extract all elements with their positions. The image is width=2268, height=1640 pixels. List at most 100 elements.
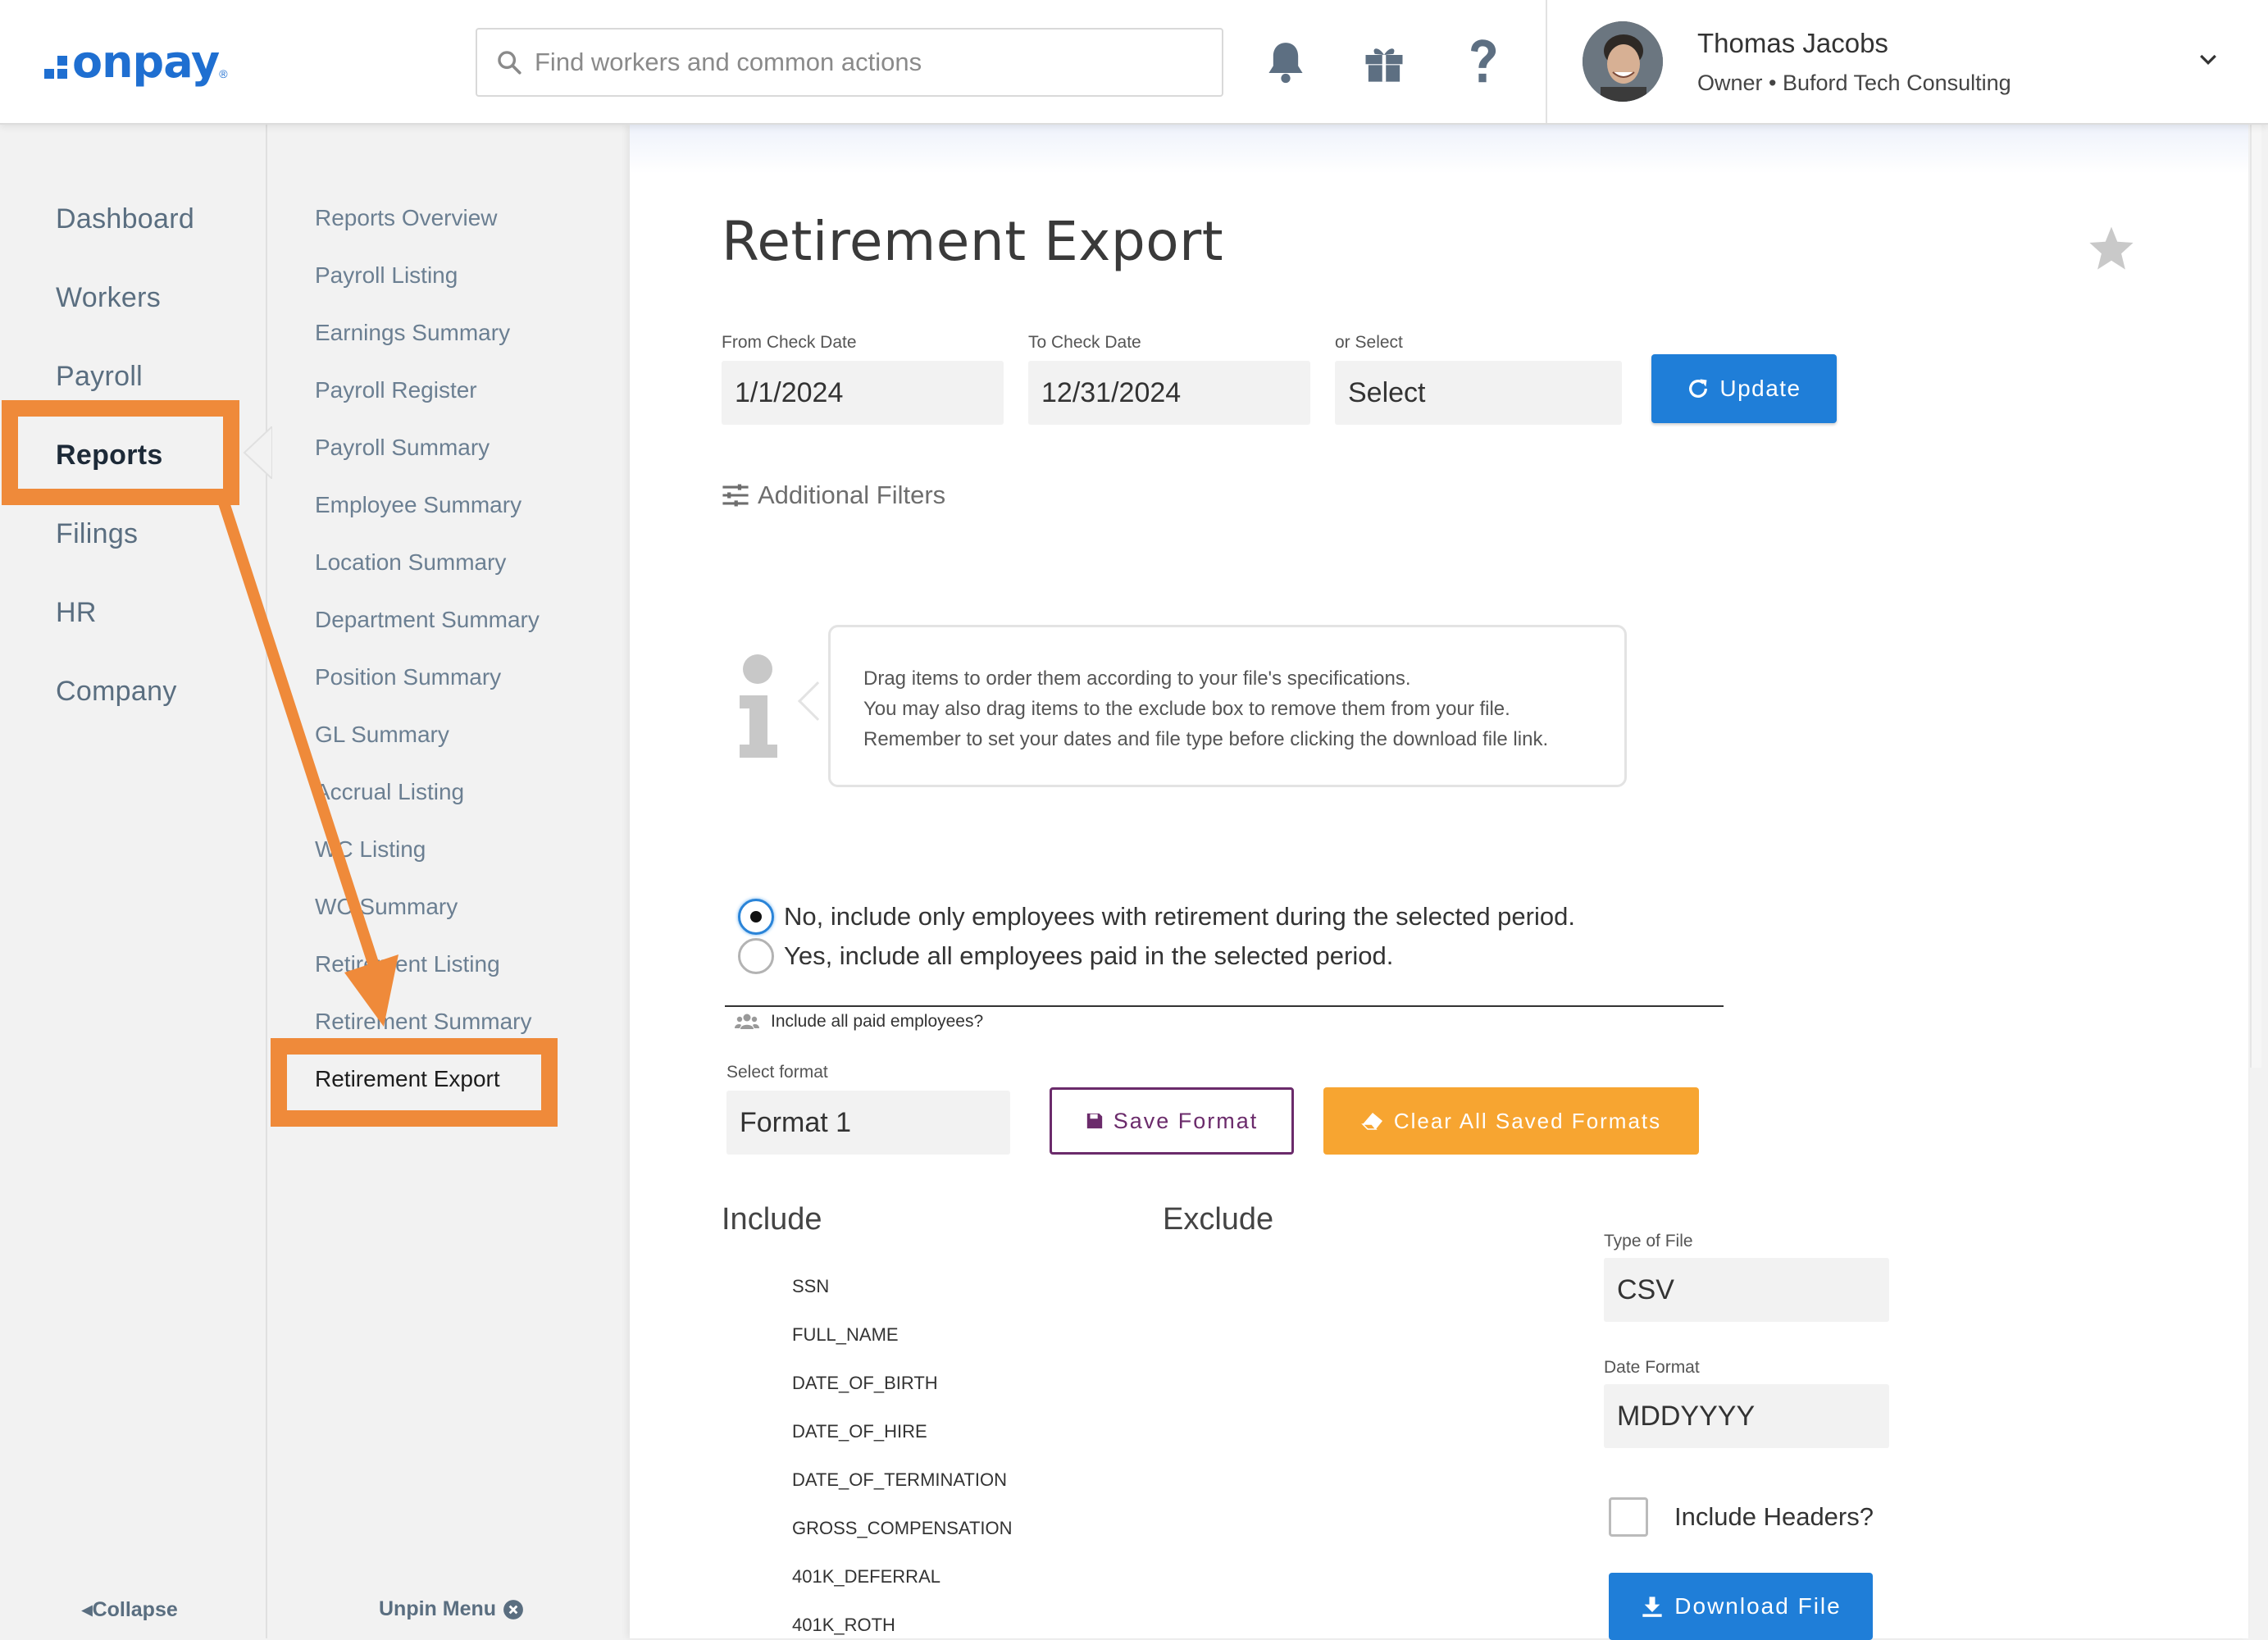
search-bar[interactable] (476, 28, 1223, 97)
submenu-item[interactable]: Earnings Summary (315, 320, 510, 346)
info-text-line: Remember to set your dates and file type… (863, 728, 1549, 750)
section-divider (725, 1005, 1724, 1007)
or-select-label: or Select (1335, 333, 1403, 352)
include-item[interactable]: 401K_ROTH (792, 1615, 895, 1636)
update-label: Update (1719, 376, 1801, 401)
top-bar: onpay ® Thomas Jacobs Owner • Buford Tec… (0, 0, 2268, 125)
nav-item-filings[interactable]: Filings (56, 518, 138, 550)
submenu-item[interactable]: Location Summary (315, 549, 506, 576)
save-format-button[interactable]: Save Format (1050, 1087, 1294, 1155)
nav-item-dashboard[interactable]: Dashboard (56, 203, 194, 235)
file-type-label: Type of File (1604, 1232, 1693, 1250)
submenu-item[interactable]: Payroll Summary (315, 435, 490, 461)
update-button[interactable]: Update (1651, 354, 1837, 423)
format-select[interactable]: Format 1 (726, 1091, 1010, 1155)
radio-button-checked[interactable] (738, 899, 774, 935)
logo-text: onpay (72, 35, 220, 88)
submenu-item[interactable]: WC Listing (315, 836, 426, 863)
download-icon (1642, 1597, 1662, 1617)
date-format-label: Date Format (1604, 1358, 1700, 1377)
chevron-down-icon[interactable] (2194, 48, 2222, 76)
file-type-select[interactable]: CSV (1604, 1258, 1889, 1322)
submenu-item[interactable]: Reports Overview (315, 205, 498, 231)
search-input[interactable] (535, 48, 1222, 77)
to-date-label: To Check Date (1028, 333, 1141, 352)
user-divider (1546, 0, 1547, 123)
include-headers-label: Include Headers? (1674, 1502, 1874, 1531)
close-circle-icon (503, 1599, 523, 1620)
user-role: Owner • Buford Tech Consulting (1697, 71, 2011, 95)
radio-label: Yes, include all employees paid in the s… (784, 941, 1394, 970)
period-select[interactable]: Select (1335, 361, 1622, 425)
info-text-line: Drag items to order them according to yo… (863, 667, 1411, 690)
select-format-label: Select format (726, 1063, 828, 1082)
include-paid-label: Include all paid employees? (771, 1012, 984, 1031)
help-icon[interactable] (1458, 36, 1507, 89)
save-format-label: Save Format (1113, 1108, 1259, 1133)
date-format-select[interactable]: MDDYYYY (1604, 1384, 1889, 1448)
include-item[interactable]: SSN (792, 1276, 829, 1297)
clear-formats-button[interactable]: Clear All Saved Formats (1323, 1087, 1699, 1155)
include-item[interactable]: DATE_OF_TERMINATION (792, 1469, 1007, 1491)
eraser-icon (1361, 1113, 1382, 1130)
submenu-item[interactable]: WC Summary (315, 894, 458, 920)
unpin-label: Unpin Menu (379, 1597, 497, 1620)
additional-filters-toggle[interactable]: Additional Filters (722, 481, 945, 510)
to-date-field[interactable]: 12/31/2024 (1028, 361, 1310, 425)
nav-item-hr[interactable]: HR (56, 597, 97, 629)
include-item[interactable]: DATE_OF_HIRE (792, 1421, 927, 1442)
sliders-icon (722, 484, 749, 507)
download-label: Download File (1674, 1593, 1842, 1619)
submenu-item[interactable]: Employee Summary (315, 492, 521, 518)
info-callout: Drag items to order them according to yo… (828, 625, 1627, 787)
highlight-box-reports (2, 400, 239, 505)
floppy-icon (1086, 1113, 1102, 1129)
radio-option-all-paid[interactable]: Yes, include all employees paid in the s… (738, 938, 1393, 974)
scrollbar[interactable] (2250, 125, 2261, 1068)
submenu-item[interactable]: Position Summary (315, 664, 501, 690)
exclude-heading: Exclude (1163, 1202, 1274, 1237)
nav-item-payroll[interactable]: Payroll (56, 361, 143, 393)
nav-item-company[interactable]: Company (56, 676, 177, 708)
radio-button[interactable] (738, 938, 774, 974)
submenu-item[interactable]: Retirement Listing (315, 951, 500, 977)
submenu-item[interactable]: Department Summary (315, 607, 540, 633)
include-item[interactable]: 401K_DEFERRAL (792, 1566, 940, 1588)
collapse-button[interactable]: ◂Collapse (82, 1597, 178, 1622)
primary-sidebar (0, 125, 267, 1638)
include-headers-checkbox[interactable] (1609, 1497, 1648, 1537)
from-date-field[interactable]: 1/1/2024 (722, 361, 1004, 425)
radio-option-retirement-only[interactable]: No, include only employees with retireme… (738, 899, 1575, 935)
unpin-menu-button[interactable]: Unpin Menu (379, 1597, 524, 1621)
bell-icon[interactable] (1261, 36, 1310, 89)
caret-left-icon: ◂ (82, 1598, 93, 1621)
collapse-label: Collapse (92, 1598, 178, 1621)
download-file-button[interactable]: Download File (1609, 1573, 1873, 1640)
star-icon[interactable] (2088, 225, 2135, 275)
highlight-box-retirement-export (271, 1038, 558, 1127)
active-pointer-notch (243, 426, 272, 479)
include-item[interactable]: FULL_NAME (792, 1324, 899, 1346)
include-paid-caption: Include all paid employees? (735, 1012, 983, 1032)
submenu-item[interactable]: GL Summary (315, 722, 449, 748)
include-headers-option[interactable]: Include Headers? (1609, 1497, 1874, 1537)
reports-submenu (269, 125, 630, 1638)
avatar[interactable] (1583, 21, 1663, 102)
submenu-item[interactable]: Payroll Register (315, 377, 477, 403)
info-text-line: You may also drag items to the exclude b… (863, 698, 1510, 720)
main-top-fade (630, 125, 2248, 174)
logo-mark (44, 56, 67, 79)
nav-item-workers[interactable]: Workers (56, 282, 161, 314)
info-icon (735, 653, 781, 763)
gift-icon[interactable] (1359, 36, 1409, 89)
onpay-logo[interactable]: onpay ® (44, 33, 228, 90)
submenu-item[interactable]: Payroll Listing (315, 262, 458, 289)
additional-filters-label: Additional Filters (758, 481, 946, 509)
main-content (630, 125, 2248, 1638)
submenu-item[interactable]: Accrual Listing (315, 779, 464, 805)
include-item[interactable]: GROSS_COMPENSATION (792, 1518, 1013, 1539)
include-item[interactable]: DATE_OF_BIRTH (792, 1373, 938, 1394)
clear-formats-label: Clear All Saved Formats (1393, 1108, 1662, 1133)
users-icon (735, 1014, 759, 1029)
submenu-item[interactable]: Retirement Summary (315, 1009, 532, 1035)
